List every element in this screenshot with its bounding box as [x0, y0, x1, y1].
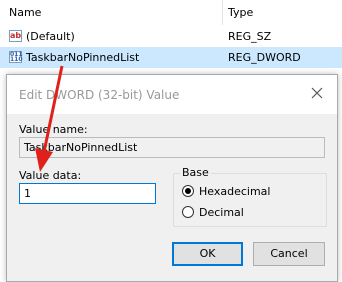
value-name-label: Value name:: [19, 123, 88, 136]
edit-dword-dialog: Edit DWORD (32-bit) Value Value name: Ta…: [6, 74, 338, 282]
dialog-titlebar[interactable]: Edit DWORD (32-bit) Value: [7, 75, 337, 114]
decimal-label: Decimal: [199, 206, 244, 219]
value-data-label: Value data:: [19, 169, 82, 182]
base-group-title: Base: [180, 166, 211, 179]
registry-value-type: REG_SZ: [228, 30, 272, 43]
registry-value-type: REG_DWORD: [228, 51, 301, 64]
hexadecimal-label: Hexadecimal: [199, 185, 271, 198]
close-icon[interactable]: [309, 85, 325, 101]
radio-selected-icon[interactable]: [182, 185, 194, 197]
string-value-icon: ab: [9, 30, 22, 42]
dialog-title: Edit DWORD (32-bit) Value: [19, 88, 180, 102]
registry-value-name: (Default): [26, 30, 75, 43]
registry-row-default[interactable]: ab (Default) REG_SZ: [0, 26, 342, 47]
value-name-field[interactable]: TaskbarNoPinnedList: [19, 137, 325, 158]
registry-list-header: Name Type: [0, 0, 342, 25]
value-data-input[interactable]: 1: [19, 183, 156, 204]
radio-unselected-icon[interactable]: [182, 206, 194, 218]
ok-button[interactable]: OK: [172, 242, 243, 266]
base-groupbox: Base Hexadecimal Decimal: [173, 166, 327, 227]
cancel-button[interactable]: Cancel: [253, 242, 325, 266]
registry-value-name: TaskbarNoPinnedList: [26, 51, 140, 64]
binary-value-icon: 011 110: [9, 51, 23, 63]
column-header-type[interactable]: Type: [228, 6, 253, 19]
column-header-name[interactable]: Name: [9, 6, 41, 19]
column-divider[interactable]: [222, 0, 223, 25]
registry-row-taskbarnopinnedlist[interactable]: 011 110 TaskbarNoPinnedList REG_DWORD: [0, 47, 342, 68]
